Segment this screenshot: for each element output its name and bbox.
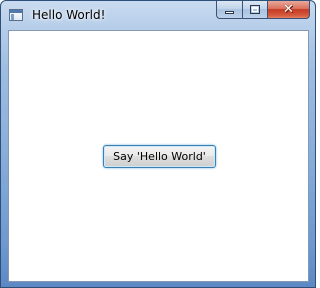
minimize-button[interactable] (216, 1, 242, 19)
say-hello-world-button[interactable]: Say 'Hello World' (103, 145, 216, 168)
app-window-icon[interactable] (9, 9, 23, 21)
client-area: Say 'Hello World' (8, 30, 309, 282)
maximize-button[interactable] (242, 1, 267, 19)
maximize-icon (250, 5, 260, 14)
window-title: Hello World! (32, 8, 106, 22)
close-icon: ✕ (283, 2, 294, 17)
close-button[interactable]: ✕ (267, 1, 310, 19)
caption-buttons: ✕ (216, 1, 310, 20)
title-bar[interactable]: Hello World! ✕ (1, 1, 315, 29)
minimize-icon (225, 11, 234, 14)
app-window: Hello World! ✕ Say 'Hello World' (0, 0, 316, 288)
